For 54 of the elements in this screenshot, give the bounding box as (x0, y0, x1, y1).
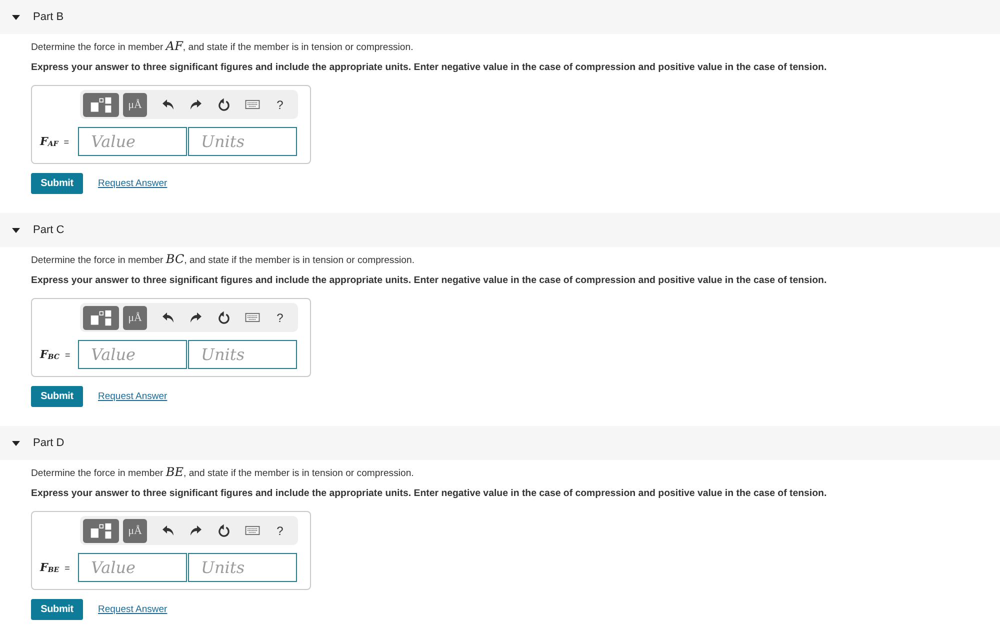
keyboard-icon[interactable] (244, 526, 260, 535)
part-header[interactable]: Part C (0, 213, 1000, 247)
part-title: Part D (33, 437, 64, 449)
units-field[interactable]: Units (188, 340, 297, 369)
caret-icon[interactable] (12, 440, 20, 446)
undo-icon[interactable] (162, 312, 174, 323)
keyboard-icon[interactable] (244, 313, 260, 322)
units-field[interactable]: Units (188, 127, 297, 156)
part-header[interactable]: Part D (0, 426, 1000, 460)
value-field[interactable]: Value (78, 127, 187, 156)
question-text: Determine the force in member BC, and state if the member is in tension or compression. (31, 251, 416, 268)
redo-icon[interactable] (190, 312, 202, 323)
question-text: Determine the force in member AF, and state if the member is in tension or compression. (31, 38, 414, 55)
submit-button[interactable]: Submit (31, 599, 83, 620)
submit-button[interactable]: Submit (31, 386, 83, 407)
templates-button[interactable] (83, 518, 119, 542)
value-field[interactable]: Value (78, 553, 187, 582)
help-button[interactable]: ? (276, 524, 284, 538)
variable-label: F$_{BC}$ = (40, 348, 72, 361)
keyboard-icon[interactable] (244, 100, 260, 109)
reset-icon[interactable] (218, 524, 230, 537)
template-icon (90, 522, 112, 538)
instruction-text: Express your answer to three significant figures and include the appropriate units. Enter negative value in the case of compression and positive value in the case of tension. (31, 61, 828, 75)
value-field[interactable]: Value (78, 340, 187, 369)
templates-button[interactable] (83, 306, 119, 330)
variable-label: F$_{BE}$ = (40, 561, 71, 574)
request-answer-link[interactable]: Request Answer (98, 178, 168, 189)
symbols-button[interactable]: μÅ (123, 306, 147, 330)
template-icon (90, 310, 112, 326)
caret-icon[interactable] (12, 228, 20, 232)
templates-button[interactable] (83, 92, 119, 116)
caret-icon[interactable] (12, 14, 20, 20)
part-title: Part C (33, 224, 64, 236)
undo-icon[interactable] (162, 525, 174, 536)
template-icon (90, 96, 112, 112)
help-button[interactable]: ? (276, 310, 284, 324)
symbols-button[interactable]: μÅ (123, 518, 147, 542)
redo-icon[interactable] (190, 525, 202, 536)
redo-icon[interactable] (190, 99, 202, 110)
variable-label: F$_{AF}$ = (40, 135, 70, 148)
units-field[interactable]: Units (188, 553, 297, 582)
request-answer-link[interactable]: Request Answer (98, 391, 168, 402)
help-button[interactable]: ? (276, 98, 284, 112)
undo-icon[interactable] (162, 99, 174, 110)
reset-icon[interactable] (218, 311, 230, 324)
submit-button[interactable]: Submit (31, 173, 83, 194)
part-header[interactable]: Part B (0, 0, 1000, 34)
part-title: Part B (33, 11, 64, 23)
symbols-button[interactable]: μÅ (123, 92, 147, 116)
reset-icon[interactable] (218, 98, 230, 111)
request-answer-link[interactable]: Request Answer (98, 604, 168, 615)
question-text: Determine the force in member BE, and state if the member is in tension or compression. (31, 464, 415, 481)
instruction-text: Express your answer to three significant figures and include the appropriate units. Enter negative value in the case of compression and positive value in the case of tension. (31, 487, 828, 501)
instruction-text: Express your answer to three significant figures and include the appropriate units. Enter negative value in the case of compression and positive value in the case of tension. (31, 274, 828, 288)
